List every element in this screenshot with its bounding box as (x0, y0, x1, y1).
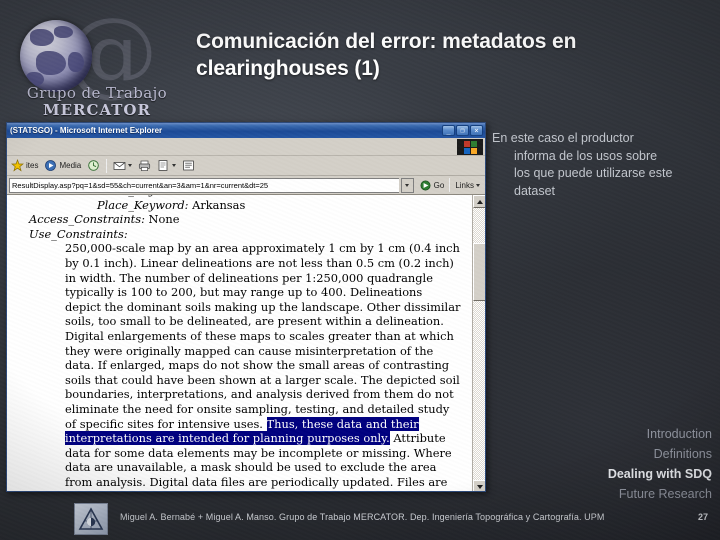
place-keyword-label: Place_Keyword: (97, 197, 189, 212)
ie-logo-icon (457, 139, 483, 155)
browser-titlebar[interactable]: (STATSGO) - Microsoft Internet Explorer … (7, 123, 485, 138)
browser-content-area[interactable]: Place_Keyword: Thesaurus: None Place_Key… (7, 195, 485, 491)
scrollbar-thumb[interactable] (473, 243, 485, 301)
logo-line-2: MERCATOR (43, 101, 151, 119)
page-title: Comunicación del error: metadatos en cle… (196, 30, 577, 80)
scroll-up-button[interactable] (473, 195, 485, 208)
address-input[interactable]: ResultDisplay.asp?pq=1&sd=55&ch=current&… (9, 177, 399, 193)
discuss-button[interactable] (180, 158, 197, 173)
address-chevron-down-icon[interactable] (400, 177, 414, 193)
history-button[interactable] (85, 158, 102, 173)
annotation-text: En este caso el productor informa de los… (492, 130, 718, 200)
browser-window: (STATSGO) - Microsoft Internet Explorer … (6, 122, 486, 492)
media-label: Media (59, 161, 82, 170)
section-navigation: Introduction Definitions Dealing with SD… (572, 424, 712, 504)
annotation-line-3: los que puede utilizarse este (514, 166, 673, 180)
browser-window-title: (STATSGO) - Microsoft Internet Explorer (10, 126, 163, 135)
use-constraints-body: 250,000-scale map by an area approximate… (29, 241, 461, 491)
nav-item-introduction[interactable]: Introduction (572, 424, 712, 444)
nav-item-future-research[interactable]: Future Research (572, 484, 712, 504)
metadata-document: Place_Keyword: Thesaurus: None Place_Key… (7, 195, 469, 491)
mail-chevron-down-icon[interactable] (128, 164, 133, 167)
favorites-label: ites (26, 161, 39, 170)
browser-menubar[interactable] (7, 138, 485, 156)
nav-item-dealing-with-sdq[interactable]: Dealing with SDQ (572, 464, 712, 484)
access-constraints-row: Access_Constraints: None (29, 212, 461, 227)
links-label: Links (455, 180, 474, 190)
media-button[interactable]: Media (42, 158, 83, 173)
history-clock-icon (87, 159, 100, 172)
globe-icon (20, 20, 92, 92)
address-separator (449, 178, 451, 192)
access-constraints-label: Access_Constraints: (29, 212, 145, 227)
scroll-down-button[interactable] (473, 480, 485, 491)
logo-line-1: Grupo de Trabajo (26, 84, 168, 102)
body-part-1: 250,000-scale map by an area approximate… (65, 241, 461, 431)
slide-number: 27 (697, 512, 708, 522)
slide-canvas: @ Grupo de Trabajo MERCATOR Comunicación… (0, 0, 720, 540)
annotation-line-4: dataset (514, 183, 556, 198)
edit-page-icon (157, 159, 170, 172)
footer-credit: Miguel A. Bernabé + Miguel A. Manso. Gru… (120, 512, 605, 522)
browser-toolbar[interactable]: ites Media (7, 156, 485, 176)
printer-icon (138, 159, 151, 172)
place-keyword-row: Place_Keyword: Arkansas (29, 198, 461, 213)
media-icon (44, 159, 57, 172)
toolbar-separator (106, 158, 108, 173)
edit-chevron-down-icon[interactable] (172, 164, 177, 167)
place-keyword-value: Arkansas (192, 197, 246, 212)
minimize-button[interactable]: _ (442, 125, 455, 136)
restore-button[interactable]: ❐ (456, 125, 469, 136)
print-button[interactable] (136, 158, 153, 173)
mail-icon (113, 159, 126, 172)
annotation-line-2: informa de los usos sobre (514, 148, 658, 163)
go-arrow-icon (419, 179, 432, 192)
go-label: Go (433, 180, 445, 190)
nav-item-definitions[interactable]: Definitions (572, 444, 712, 464)
vertical-scrollbar[interactable] (472, 195, 485, 491)
browser-address-bar[interactable]: ResultDisplay.asp?pq=1&sd=55&ch=current&… (7, 176, 485, 195)
access-constraints-value: None (148, 212, 180, 227)
mail-button[interactable] (111, 158, 134, 173)
discussions-icon (182, 159, 195, 172)
upm-logo-icon (74, 503, 108, 535)
close-button[interactable]: ✕ (470, 125, 483, 136)
links-button[interactable]: Links (452, 181, 483, 190)
use-constraints-label: Use_Constraints: (29, 226, 128, 241)
star-icon (11, 159, 24, 172)
mercator-logo: @ Grupo de Trabajo MERCATOR (8, 4, 186, 122)
go-button[interactable]: Go (416, 179, 448, 192)
links-chevron-down-icon[interactable] (476, 183, 480, 187)
annotation-line-1: En este caso el productor (492, 131, 634, 145)
use-constraints-row: Use_Constraints: (29, 227, 461, 242)
edit-button[interactable] (155, 158, 178, 173)
favorites-button[interactable]: ites (9, 158, 40, 173)
